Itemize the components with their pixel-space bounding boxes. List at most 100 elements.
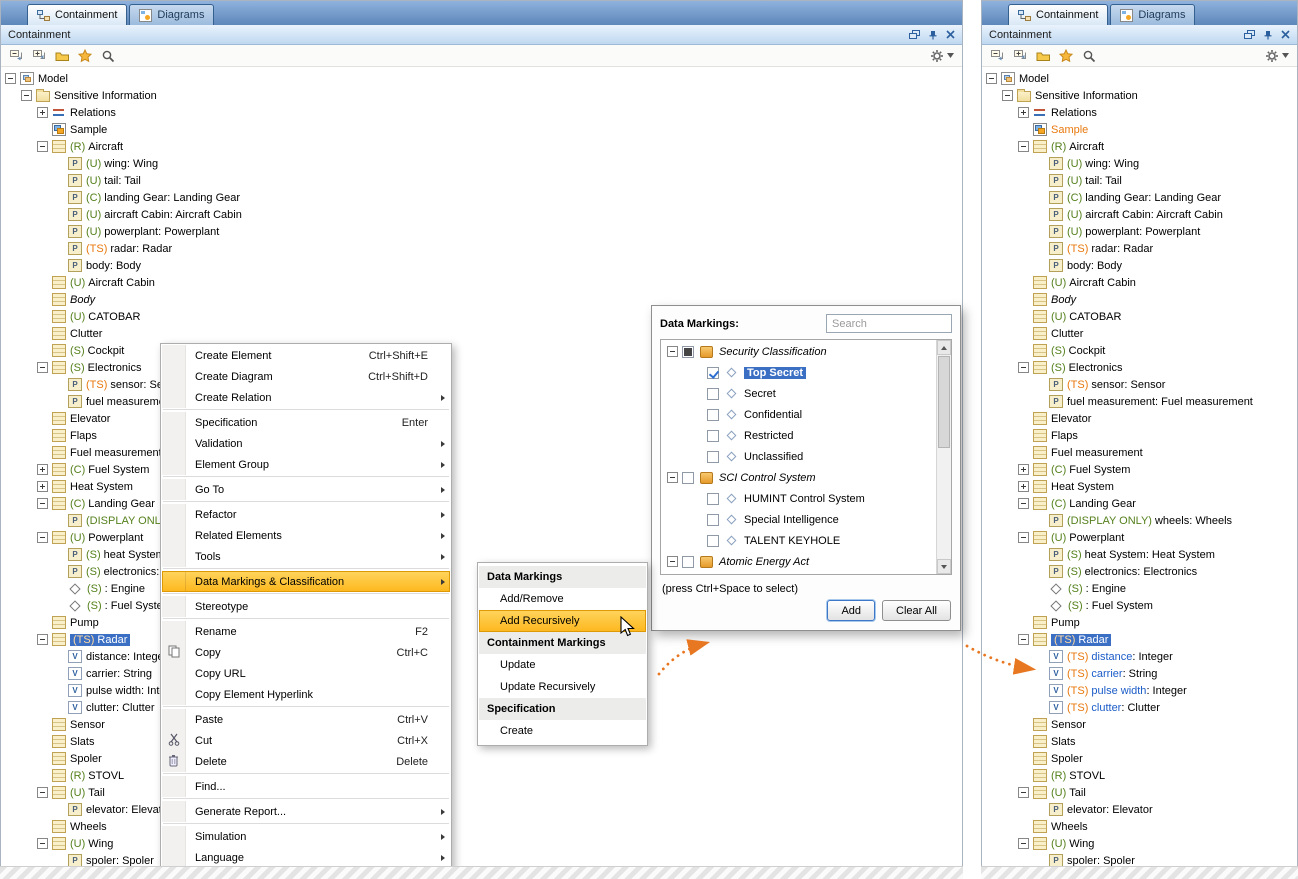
menu-item-generate-report[interactable]: Generate Report... (162, 801, 450, 822)
menu-item-language[interactable]: Language (162, 847, 450, 868)
tree-item[interactable]: Body (982, 291, 1297, 308)
menu-item-copy[interactable]: CopyCtrl+C (162, 642, 450, 663)
pin-icon[interactable] (928, 30, 938, 40)
menu-item-delete[interactable]: DeleteDelete (162, 751, 450, 772)
tree-item[interactable]: fuel measurement : Fuel measurement (982, 393, 1297, 410)
tree-item[interactable]: (U)powerplant : Powerplant (1, 223, 962, 240)
tree-item[interactable]: (S) : Fuel System (982, 597, 1297, 614)
tree-item[interactable]: (TS)carrier : String (982, 665, 1297, 682)
settings-icon[interactable] (930, 49, 957, 63)
tree-item[interactable]: (C)landing Gear : Landing Gear (982, 189, 1297, 206)
tree-item[interactable]: (S)electronics : Electronics (982, 563, 1297, 580)
float-icon[interactable] (909, 30, 920, 40)
collapse-icon[interactable] (667, 472, 678, 483)
expand-icon[interactable] (37, 481, 48, 492)
collapse-icon[interactable] (37, 141, 48, 152)
menu-item-rename[interactable]: RenameF2 (162, 621, 450, 642)
marking-row-humint-control-system[interactable]: HUMINT Control System (661, 488, 936, 509)
tree-item[interactable]: Flaps (982, 427, 1297, 444)
tree-item[interactable]: Sample (982, 121, 1297, 138)
open-element-icon[interactable] (52, 47, 72, 65)
menu-item-find[interactable]: Find... (162, 776, 450, 797)
checkbox[interactable] (707, 451, 719, 463)
tab-containment[interactable]: Containment (1008, 4, 1108, 25)
collapse-icon[interactable] (667, 346, 678, 357)
expand-icon[interactable] (1018, 481, 1029, 492)
submenu-item-update[interactable]: Update (479, 654, 646, 676)
checkbox[interactable] (707, 493, 719, 505)
settings-icon[interactable] (1265, 49, 1292, 63)
tree-item[interactable]: (C)landing Gear : Landing Gear (1, 189, 962, 206)
tree-item[interactable]: (U)wing : Wing (1, 155, 962, 172)
search-icon[interactable] (98, 47, 118, 65)
marking-row-restricted[interactable]: Restricted (661, 425, 936, 446)
submenu-item-add-remove[interactable]: Add/Remove (479, 588, 646, 610)
menu-item-related-elements[interactable]: Related Elements (162, 525, 450, 546)
tree-item[interactable]: Spoler (1, 750, 962, 767)
checkbox[interactable] (707, 430, 719, 442)
tree-item[interactable]: (U)CATOBAR (982, 308, 1297, 325)
expand-icon[interactable] (37, 464, 48, 475)
checkbox[interactable] (707, 367, 719, 379)
checkbox[interactable] (707, 409, 719, 421)
collapse-icon[interactable] (1018, 838, 1029, 849)
tree-item[interactable]: Relations (1, 104, 962, 121)
submenu-item-update-recursively[interactable]: Update Recursively (479, 676, 646, 698)
tree-item[interactable]: (TS)distance : Integer (982, 648, 1297, 665)
tree-item[interactable]: (U)aircraft Cabin : Aircraft Cabin (982, 206, 1297, 223)
submenu-item-add-recursively[interactable]: Add Recursively (479, 610, 646, 632)
menu-item-validation[interactable]: Validation (162, 433, 450, 454)
collapse-icon[interactable] (1018, 532, 1029, 543)
favorites-icon[interactable] (1056, 47, 1076, 65)
menu-item-tools[interactable]: Tools (162, 546, 450, 567)
tree-item[interactable]: (C)Fuel System (982, 461, 1297, 478)
tab-diagrams[interactable]: Diagrams (1110, 4, 1195, 25)
tree-item[interactable]: (S)Cockpit (982, 342, 1297, 359)
close-icon[interactable] (1281, 30, 1290, 39)
menu-item-create-element[interactable]: Create ElementCtrl+Shift+E (162, 345, 450, 366)
tree-item[interactable]: (U)Aircraft Cabin (982, 274, 1297, 291)
collapse-icon[interactable] (1018, 362, 1029, 373)
tree-item[interactable]: (TS)Radar (982, 631, 1297, 648)
expand-all-icon[interactable] (29, 47, 49, 65)
tree-item[interactable]: (C)Landing Gear (982, 495, 1297, 512)
close-icon[interactable] (946, 30, 955, 39)
marking-row-atomic-energy-act[interactable]: Atomic Energy Act (661, 551, 936, 572)
tree-item[interactable]: Relations (982, 104, 1297, 121)
menu-item-copy-element-hyperlink[interactable]: Copy Element Hyperlink (162, 684, 450, 705)
tree-item[interactable]: Wheels (1, 818, 962, 835)
tree-item[interactable]: Slats (982, 733, 1297, 750)
search-icon[interactable] (1079, 47, 1099, 65)
tree-item[interactable]: (U)wing : Wing (982, 155, 1297, 172)
tree-item[interactable]: Elevator (982, 410, 1297, 427)
tree-item[interactable]: (U)powerplant : Powerplant (982, 223, 1297, 240)
tree-item[interactable]: (U)Tail (982, 784, 1297, 801)
marking-row-top-secret[interactable]: Top Secret (661, 362, 936, 383)
collapse-icon[interactable] (1018, 141, 1029, 152)
tree-item[interactable]: Sensitive Information (982, 87, 1297, 104)
tree-item[interactable]: (TS)sensor : Sensor (982, 376, 1297, 393)
tree-item[interactable]: body : Body (1, 257, 962, 274)
menu-item-create-relation[interactable]: Create Relation (162, 387, 450, 408)
tree-item[interactable]: (R)STOVL (1, 767, 962, 784)
marking-row-special-intelligence[interactable]: Special Intelligence (661, 509, 936, 530)
tree-item[interactable]: (U)aircraft Cabin : Aircraft Cabin (1, 206, 962, 223)
tree-item[interactable]: (S)heat System : Heat System (982, 546, 1297, 563)
add-button[interactable]: Add (827, 600, 875, 621)
checkbox[interactable] (682, 556, 694, 568)
checkbox[interactable] (682, 472, 694, 484)
tree-item[interactable]: (S)Electronics (982, 359, 1297, 376)
tree-item[interactable]: Heat System (982, 478, 1297, 495)
collapse-icon[interactable] (37, 634, 48, 645)
tree-item[interactable]: body : Body (982, 257, 1297, 274)
tree-item[interactable]: Spoler (982, 750, 1297, 767)
marking-row-security-classification[interactable]: Security Classification (661, 341, 936, 362)
expand-icon[interactable] (1018, 107, 1029, 118)
checkbox[interactable] (707, 514, 719, 526)
collapse-icon[interactable] (1002, 90, 1013, 101)
collapse-icon[interactable] (37, 498, 48, 509)
collapse-icon[interactable] (37, 838, 48, 849)
tree-item[interactable]: (U)Wing (1, 835, 962, 852)
tree-item[interactable]: (U)tail : Tail (1, 172, 962, 189)
tree-item[interactable]: (U)Tail (1, 784, 962, 801)
